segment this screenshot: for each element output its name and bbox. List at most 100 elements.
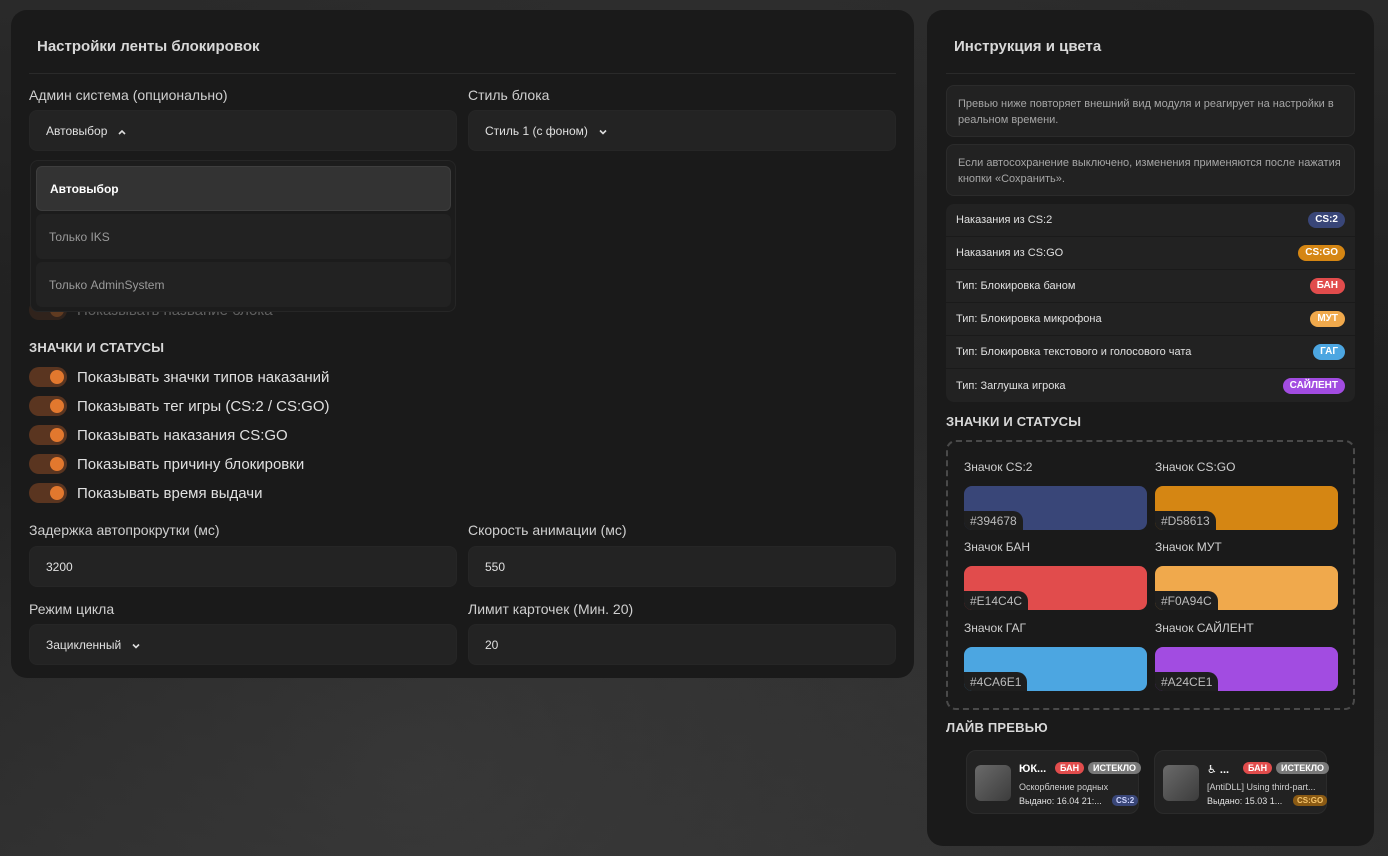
avatar (1163, 765, 1199, 801)
card-limit-input[interactable]: 20 (468, 624, 896, 665)
panel-title: Настройки ленты блокировок (37, 38, 260, 55)
legend-label: Тип: Блокировка текстового и голосового … (956, 346, 1192, 358)
block-style-value: Стиль 1 (с фоном) (485, 123, 588, 138)
swatch-label-csgo: Значок CS:GO (1155, 460, 1236, 474)
scroll-delay-label: Задержка автопрокрутки (мс) (29, 522, 220, 538)
legend-row: Тип: Заглушка игрока САЙЛЕНТ (946, 369, 1355, 402)
legend-label: Тип: Блокировка баном (956, 280, 1076, 292)
swatch-label-ban: Значок БАН (964, 540, 1031, 554)
hex-value: #E14C4C (964, 591, 1029, 610)
color-swatches: Значок CS:2 Значок CS:GO #394678 #D58613… (946, 440, 1355, 710)
admin-system-label: Админ система (опционально) (29, 87, 228, 103)
player-name: ЮК... (1019, 763, 1047, 775)
hex-value: #4CA6E1 (964, 672, 1028, 691)
block-style-label: Стиль блока (468, 87, 550, 103)
chevron-down-icon (598, 126, 608, 136)
badge-silent: САЙЛЕНТ (1282, 377, 1345, 394)
toggle-switch[interactable] (29, 425, 67, 445)
dropdown-option-adminsystem[interactable]: Только AdminSystem (36, 262, 451, 307)
toggle-switch[interactable] (29, 454, 67, 474)
loop-mode-value: Зацикленный (46, 637, 122, 652)
badge-csgo: CS:GO (1298, 245, 1345, 261)
loop-mode-select[interactable]: Зацикленный (29, 624, 457, 665)
toggle-label: Показывать причину блокировки (77, 455, 305, 473)
feed-settings-panel: Настройки ленты блокировок Админ система… (11, 10, 914, 678)
badge-ban: БАН (1243, 762, 1273, 774)
legend-row: Наказания из CS:2 CS:2 (946, 204, 1355, 237)
swatch-label-gag: Значок ГАГ (964, 621, 1026, 635)
dropdown-option-iks[interactable]: Только IKS (36, 214, 451, 259)
hex-value: #F0A94C (1155, 591, 1218, 610)
player-name: ♿ ... (1207, 764, 1230, 776)
hex-value: #394678 (964, 511, 1023, 530)
color-picker-gag[interactable]: #4CA6E1 (964, 647, 1147, 691)
live-preview-card: ♿ ... БАН ИСТЕКЛО [AntiDLL] Using third-… (1154, 750, 1330, 814)
hex-value: #D58613 (1155, 511, 1216, 530)
color-picker-cs2[interactable]: #394678 (964, 486, 1147, 530)
anim-speed-input[interactable]: 550 (468, 546, 896, 587)
badge-ban: БАН (1055, 762, 1085, 774)
legend-row: Тип: Блокировка баном БАН (946, 270, 1355, 303)
card-limit-value: 20 (485, 637, 499, 652)
badge-gag: ГАГ (1313, 344, 1345, 360)
toggle-show-reason[interactable]: Показывать причину блокировки (29, 453, 304, 475)
toggle-show-game-tag[interactable]: Показывать тег игры (CS:2 / CS:GO) (29, 395, 330, 417)
issued-date: Выдано: 16.04 21:... (1019, 796, 1102, 806)
chevron-up-icon (117, 126, 127, 136)
color-picker-silent[interactable]: #A24CE1 (1155, 647, 1338, 691)
swatch-label-mute: Значок МУТ (1155, 540, 1222, 554)
legend-label: Наказания из CS:GO (956, 247, 1064, 259)
panel-title: Инструкция и цвета (954, 38, 1102, 55)
avatar (975, 765, 1011, 801)
legend-list: Наказания из CS:2 CS:2 Наказания из CS:G… (946, 204, 1355, 402)
scroll-delay-input[interactable]: 3200 (29, 546, 457, 587)
badge-cs2: CS:2 (1308, 212, 1345, 228)
block-style-select[interactable]: Стиль 1 (с фоном) (468, 110, 896, 151)
badge-mute: МУТ (1310, 311, 1345, 327)
toggle-label: Показывать тег игры (CS:2 / CS:GO) (77, 397, 330, 415)
color-picker-csgo[interactable]: #D58613 (1155, 486, 1338, 530)
info-preview: Превью ниже повторяет внешний вид модуля… (946, 85, 1355, 137)
scroll-delay-value: 3200 (46, 559, 73, 574)
legend-label: Тип: Заглушка игрока (956, 379, 1066, 392)
chevron-down-icon (131, 640, 141, 650)
badge-expired: ИСТЕКЛО (1088, 762, 1142, 774)
toggle-switch[interactable] (29, 483, 67, 503)
live-preview-title: ЛАЙВ ПРЕВЬЮ (946, 720, 1048, 735)
toggle-label: Показывать время выдачи (77, 484, 263, 502)
badge-expired: ИСТЕКЛО (1276, 762, 1330, 774)
issued-date: Выдано: 15.03 1... (1207, 796, 1283, 806)
legend-row: Наказания из CS:GO CS:GO (946, 237, 1355, 270)
hex-value: #A24CE1 (1155, 672, 1219, 691)
loop-mode-label: Режим цикла (29, 601, 115, 617)
badges-section-title: ЗНАЧКИ И СТАТУСЫ (946, 414, 1082, 429)
legend-label: Тип: Блокировка микрофона (956, 313, 1102, 325)
badge-ban: БАН (1309, 278, 1345, 294)
admin-system-select[interactable]: Автовыбор (29, 110, 457, 151)
ban-reason: [AntiDLL] Using third-part... (1207, 782, 1316, 792)
swatch-label-silent: Значок САЙЛЕНТ (1155, 621, 1254, 635)
admin-system-value: Автовыбор (46, 123, 108, 138)
anim-speed-label: Скорость анимации (мс) (468, 522, 627, 538)
swatch-label-cs2: Значок CS:2 (964, 460, 1033, 474)
anim-speed-value: 550 (485, 559, 506, 574)
badges-section-title: ЗНАЧКИ И СТАТУСЫ (29, 340, 165, 355)
divider (29, 73, 896, 74)
admin-system-dropdown: Автовыбор Только IKS Только AdminSystem (30, 160, 456, 312)
ban-reason: Оскорбление родных (1019, 782, 1109, 792)
game-tag-csgo: CS:GO (1293, 795, 1328, 806)
toggle-show-type-icons[interactable]: Показывать значки типов наказаний (29, 366, 329, 388)
toggle-switch[interactable] (29, 396, 67, 416)
legend-row: Тип: Блокировка микрофона МУТ (946, 303, 1355, 336)
toggle-show-time[interactable]: Показывать время выдачи (29, 482, 262, 504)
color-picker-ban[interactable]: #E14C4C (964, 566, 1147, 610)
toggle-switch[interactable] (29, 367, 67, 387)
instructions-panel: Инструкция и цвета Превью ниже повторяет… (927, 10, 1374, 846)
toggle-show-csgo[interactable]: Показывать наказания CS:GO (29, 424, 288, 446)
info-autosave: Если автосохранение выключено, изменения… (946, 144, 1355, 196)
dropdown-option-auto[interactable]: Автовыбор (36, 166, 451, 211)
color-picker-mute[interactable]: #F0A94C (1155, 566, 1338, 610)
toggle-label: Показывать наказания CS:GO (77, 426, 288, 444)
card-limit-label: Лимит карточек (Мин. 20) (468, 601, 634, 617)
divider (946, 73, 1355, 74)
